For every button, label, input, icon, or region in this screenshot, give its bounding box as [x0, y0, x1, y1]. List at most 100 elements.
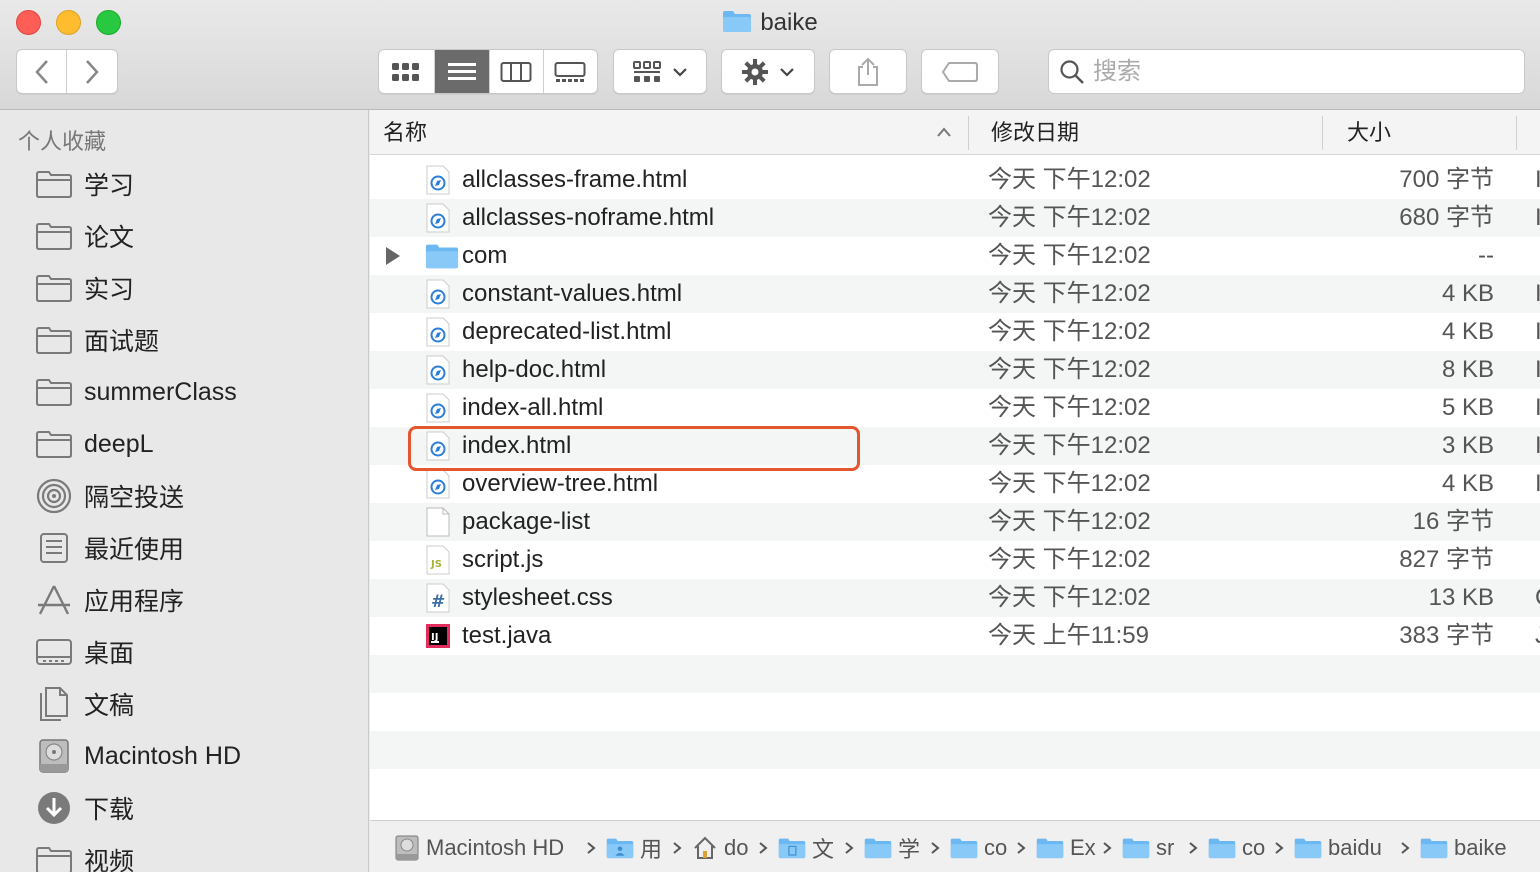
sidebar-item-label: 桌面: [84, 640, 135, 668]
folder-icon: [34, 842, 74, 872]
file-row[interactable]: index-all.html 今天 下午12:02 5 KB I: [370, 389, 1540, 427]
file-name: overview-tree.html: [462, 470, 659, 497]
path-crumb[interactable]: 学: [864, 833, 920, 863]
forward-button[interactable]: [67, 50, 117, 93]
chevron-right-icon: [1188, 833, 1198, 863]
tags-button[interactable]: [921, 49, 999, 94]
column-header-date[interactable]: 修改日期: [991, 110, 1079, 155]
file-row[interactable]: allclasses-noframe.html 今天 下午12:02 680 字节 I: [370, 199, 1540, 237]
path-crumb-label: sr: [1156, 835, 1175, 860]
path-crumb[interactable]: sr: [1122, 833, 1174, 863]
sidebar-item[interactable]: 应用程序: [0, 576, 369, 624]
share-button[interactable]: [829, 49, 907, 94]
file-row[interactable]: # stylesheet.css 今天 下午12:02 13 KB C: [370, 579, 1540, 617]
action-menu-button[interactable]: [721, 49, 815, 94]
folder-icon: [1122, 836, 1150, 860]
path-crumb[interactable]: co: [950, 833, 1007, 863]
sidebar-item[interactable]: 视频: [0, 836, 369, 872]
view-mode-control: [378, 49, 598, 94]
file-kind-truncated: I: [1535, 166, 1540, 193]
file-name: allclasses-frame.html: [462, 166, 688, 193]
file-row[interactable]: overview-tree.html 今天 下午12:02 4 KB I: [370, 465, 1540, 503]
window-title-text: baike: [760, 9, 818, 36]
sidebar-item-label: 视频: [84, 848, 135, 872]
html-file-icon: [425, 355, 451, 385]
column-view-button[interactable]: [490, 50, 544, 93]
file-modified-date: 今天 上午11:59: [988, 622, 1149, 649]
file-modified-date: 今天 下午12:02: [988, 242, 1151, 269]
path-crumb[interactable]: baidu: [1294, 833, 1382, 863]
file-row[interactable]: JS script.js 今天 下午12:02 827 字节: [370, 541, 1540, 579]
javascript-file-icon: JS: [425, 545, 451, 575]
file-row[interactable]: package-list 今天 下午12:02 16 字节: [370, 503, 1540, 541]
navigation-buttons: [16, 49, 118, 94]
sidebar-item[interactable]: 学习: [0, 160, 369, 208]
sidebar-item-label: Macintosh HD: [84, 741, 241, 770]
sidebar-item[interactable]: deepL: [0, 420, 369, 468]
sidebar-item[interactable]: 论文: [0, 212, 369, 260]
path-crumb[interactable]: Ex: [1036, 833, 1096, 863]
html-file-icon: [425, 279, 451, 309]
sidebar-item-label: 文稿: [84, 692, 135, 720]
icon-view-button[interactable]: [379, 50, 435, 93]
file-row[interactable]: index.html 今天 下午12:02 3 KB I: [370, 427, 1540, 465]
file-modified-date: 今天 下午12:02: [988, 318, 1151, 345]
file-row[interactable]: IJ test.java 今天 上午11:59 383 字节 J: [370, 617, 1540, 655]
column-view-icon: [500, 61, 532, 82]
path-crumb[interactable]: 文: [778, 833, 834, 863]
column-divider[interactable]: [1322, 116, 1323, 150]
path-crumb[interactable]: co: [1208, 833, 1265, 863]
column-header-size[interactable]: 大小: [1347, 110, 1391, 155]
file-size: 5 KB: [1441, 394, 1494, 421]
window-title: baike: [0, 6, 1540, 40]
search-input[interactable]: [1093, 57, 1513, 86]
sidebar-item[interactable]: 桌面: [0, 628, 369, 676]
folder-icon: [1420, 836, 1448, 860]
css-file-icon: #: [425, 583, 451, 613]
folder-row[interactable]: com 今天 下午12:02 --: [370, 237, 1540, 275]
file-row[interactable]: deprecated-list.html 今天 下午12:02 4 KB I: [370, 313, 1540, 351]
column-divider[interactable]: [1516, 116, 1517, 150]
sidebar-item[interactable]: 隔空投送: [0, 472, 369, 520]
back-button[interactable]: [17, 50, 68, 93]
search-icon: [1060, 59, 1084, 84]
folder-icon: [34, 322, 74, 358]
sidebar-item[interactable]: 最近使用: [0, 524, 369, 572]
search-field[interactable]: [1048, 49, 1525, 94]
path-crumb-label: baidu: [1328, 835, 1382, 860]
file-row[interactable]: constant-values.html 今天 下午12:02 4 KB I: [370, 275, 1540, 313]
sidebar-item[interactable]: Macintosh HD: [0, 732, 369, 780]
folder-icon: [1294, 836, 1322, 860]
path-crumb[interactable]: do: [692, 833, 748, 863]
sidebar-item[interactable]: 实习: [0, 264, 369, 312]
sidebar-item[interactable]: 面试题: [0, 316, 369, 364]
downloads-icon: [34, 790, 74, 826]
path-crumb-label: co: [1242, 835, 1266, 860]
file-row[interactable]: help-doc.html 今天 下午12:02 8 KB I: [370, 351, 1540, 389]
column-divider[interactable]: [968, 116, 969, 150]
java-file-icon: IJ: [425, 621, 451, 651]
path-crumb[interactable]: 用: [606, 833, 662, 863]
path-crumb[interactable]: Macintosh HD: [394, 833, 564, 863]
chevron-right-icon: [1102, 833, 1112, 863]
file-modified-date: 今天 下午12:02: [988, 204, 1151, 231]
disclosure-triangle-icon[interactable]: [386, 247, 400, 265]
column-header-name[interactable]: 名称: [383, 110, 427, 155]
group-by-button[interactable]: [613, 49, 707, 94]
sidebar-item-label: 论文: [84, 224, 135, 252]
chevron-right-icon: [1016, 833, 1026, 863]
icon-view-icon: [392, 62, 420, 81]
list-view-button[interactable]: [434, 50, 490, 93]
gallery-view-button[interactable]: [544, 50, 597, 93]
sidebar-item[interactable]: 下载: [0, 784, 369, 832]
sidebar-item[interactable]: 文稿: [0, 680, 369, 728]
path-crumb-label: do: [724, 835, 749, 860]
folder-icon: [425, 242, 459, 272]
recents-icon: [34, 530, 74, 566]
file-row[interactable]: allclasses-frame.html 今天 下午12:02 700 字节 I: [370, 161, 1540, 199]
sidebar-item[interactable]: summerClass: [0, 368, 369, 416]
home-icon: [692, 835, 718, 861]
path-crumb[interactable]: baike: [1420, 833, 1507, 863]
folder-icon: [34, 374, 74, 410]
file-kind-truncated: I: [1535, 432, 1540, 459]
